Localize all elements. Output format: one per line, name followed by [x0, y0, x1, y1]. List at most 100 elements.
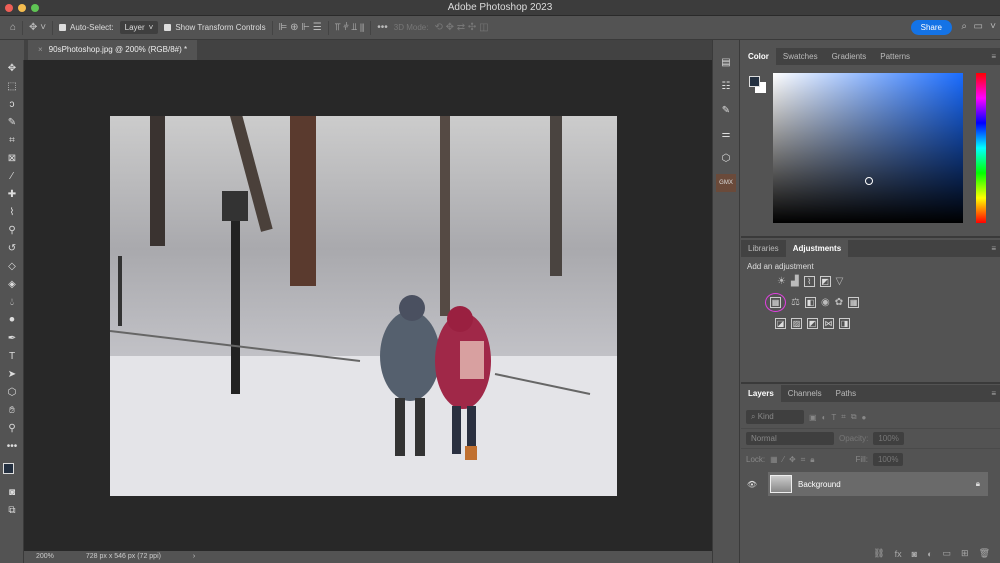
frame-tool-icon[interactable]: ⊠: [0, 150, 24, 168]
tab-layers[interactable]: Layers: [741, 385, 781, 402]
properties-panel-icon[interactable]: ☷: [716, 78, 736, 96]
home-icon[interactable]: ⌂: [10, 22, 16, 33]
add-mask-icon[interactable]: ◙: [912, 549, 917, 559]
fx-icon[interactable]: fx: [895, 549, 902, 559]
zoom-level[interactable]: 200%: [36, 553, 54, 560]
panel-menu-icon[interactable]: ≡: [991, 244, 996, 253]
3d-cube-icon[interactable]: ⬡: [716, 150, 736, 168]
align-icons[interactable]: ⊫ ⊕ ⊩ ☰: [279, 22, 322, 33]
curves-icon[interactable]: ⌇: [803, 276, 815, 287]
eraser-tool-icon[interactable]: ◇: [0, 258, 24, 276]
more-tools-icon[interactable]: •••: [0, 438, 24, 456]
foreground-swatch[interactable]: [749, 76, 760, 87]
selective-color-icon[interactable]: ⋈: [823, 318, 834, 329]
close-tab-icon[interactable]: ×: [38, 45, 43, 54]
filter-toggle-icon[interactable]: ●: [862, 413, 867, 422]
move-tool-icon[interactable]: ✥ ˅: [29, 22, 46, 33]
lock-position-icon[interactable]: ✥: [789, 455, 796, 464]
brush-tool-icon[interactable]: ⌇: [0, 204, 24, 222]
panel-menu-icon[interactable]: ≡: [991, 389, 996, 398]
threshold-icon[interactable]: ◩: [807, 318, 818, 329]
paint-bucket-icon[interactable]: ◈: [0, 276, 24, 294]
type-tool-icon[interactable]: T: [0, 348, 24, 366]
tab-color[interactable]: Color: [741, 48, 776, 65]
filter-shape-icon[interactable]: ⌗: [841, 412, 846, 422]
exposure-icon[interactable]: ◩: [819, 276, 831, 287]
marquee-tool-icon[interactable]: ⬚: [0, 78, 24, 96]
posterize-icon[interactable]: ▨: [791, 318, 802, 329]
color-field[interactable]: [773, 73, 963, 223]
healing-brush-icon[interactable]: ✚: [0, 186, 24, 204]
new-group-icon[interactable]: ▭: [943, 548, 952, 559]
path-select-icon[interactable]: ➤: [0, 366, 24, 384]
maximize-window-button[interactable]: [31, 4, 39, 12]
visibility-eye-icon[interactable]: 👁︎: [741, 480, 763, 489]
lock-pixels-icon[interactable]: ▦: [770, 455, 778, 464]
layer-row[interactable]: 👁︎ Background 🔒︎: [741, 472, 1000, 496]
invert-icon[interactable]: ◪: [775, 318, 786, 329]
foreground-color[interactable]: [3, 463, 14, 474]
zoom-tool-icon[interactable]: ⚲: [0, 420, 24, 438]
history-panel-icon[interactable]: ▤: [716, 54, 736, 72]
layer-lock-icon[interactable]: 🔒︎: [976, 479, 980, 489]
gradient-map-icon[interactable]: ◨: [839, 318, 850, 329]
quick-mask-icon[interactable]: ◙: [0, 484, 24, 502]
chevron-down-icon[interactable]: ˅: [990, 21, 996, 32]
workspace-icon[interactable]: ▭: [974, 21, 983, 32]
color-picker-handle[interactable]: [865, 177, 873, 185]
filter-type-icon[interactable]: T: [831, 413, 836, 422]
new-layer-icon[interactable]: ⊞: [961, 548, 969, 559]
hand-tool-icon[interactable]: ✋︎: [0, 402, 24, 420]
tab-adjustments[interactable]: Adjustments: [785, 240, 849, 257]
color-lookup-icon[interactable]: ▦: [848, 297, 860, 308]
layer-name[interactable]: Background: [798, 480, 970, 489]
blend-mode-dropdown[interactable]: Normal: [746, 432, 834, 445]
pen-tool-icon[interactable]: ✒︎: [0, 330, 24, 348]
document-tab[interactable]: × 90sPhotoshop.jpg @ 200% (RGB/8#) *: [28, 40, 198, 60]
chevron-right-icon[interactable]: ›: [193, 553, 195, 560]
new-adjustment-layer-icon[interactable]: ◐: [927, 549, 932, 559]
tab-patterns[interactable]: Patterns: [873, 48, 917, 65]
quick-select-tool-icon[interactable]: ✎: [0, 114, 24, 132]
link-layers-icon[interactable]: ⛓: [873, 548, 884, 559]
tab-paths[interactable]: Paths: [829, 385, 863, 402]
hue-saturation-icon[interactable]: ▦: [770, 297, 781, 308]
channel-mixer-icon[interactable]: ✿: [835, 297, 843, 308]
lock-artboard-icon[interactable]: ⌗: [801, 455, 806, 465]
search-icon[interactable]: ⌕: [961, 21, 967, 32]
lock-brush-icon[interactable]: ⁄: [783, 455, 784, 464]
tab-swatches[interactable]: Swatches: [776, 48, 825, 65]
tab-channels[interactable]: Channels: [781, 385, 829, 402]
history-brush-icon[interactable]: ↺: [0, 240, 24, 258]
auto-select-checkbox[interactable]: [59, 24, 67, 31]
show-transform-checkbox[interactable]: [164, 24, 172, 31]
vibrance-icon[interactable]: ▽: [836, 276, 844, 287]
filter-smart-object-icon[interactable]: ⧉: [851, 412, 857, 422]
shape-tool-icon[interactable]: ⬡: [0, 384, 24, 402]
share-button[interactable]: Share: [910, 20, 952, 35]
close-window-button[interactable]: [5, 4, 13, 12]
opacity-field[interactable]: 100%: [873, 432, 904, 445]
panel-menu-icon[interactable]: ≡: [991, 52, 996, 61]
more-options-icon[interactable]: •••: [377, 22, 388, 33]
color-swatches[interactable]: [0, 456, 23, 484]
adjustment-sliders-icon[interactable]: ⚌: [716, 126, 736, 144]
brush-settings-icon[interactable]: ✎: [716, 102, 736, 120]
filter-kind-dropdown[interactable]: ⌕ Kind: [746, 410, 804, 424]
distribute-icons[interactable]: ⫪ ⫩ ⫫ ⫴: [335, 22, 365, 33]
lasso-tool-icon[interactable]: ↄ: [0, 96, 24, 114]
delete-layer-icon[interactable]: 🗑︎: [979, 548, 990, 559]
screen-mode-icon[interactable]: ⧉: [0, 502, 24, 520]
gmx-plugin-icon[interactable]: GMX: [716, 174, 736, 192]
lock-all-icon[interactable]: 🔒︎: [810, 455, 814, 465]
document-image[interactable]: [110, 116, 617, 496]
auto-select-dropdown[interactable]: Layer ˅: [119, 21, 159, 34]
filter-pixel-icon[interactable]: ▣: [809, 413, 817, 422]
fill-field[interactable]: 100%: [872, 453, 904, 466]
levels-icon[interactable]: ▟: [791, 276, 799, 287]
black-white-icon[interactable]: ◧: [804, 297, 816, 308]
crop-tool-icon[interactable]: ⌗: [0, 132, 24, 150]
dodge-tool-icon[interactable]: ⚫︎: [0, 312, 24, 330]
hue-slider[interactable]: [976, 73, 986, 223]
move-tool-icon[interactable]: ✥: [0, 60, 24, 78]
